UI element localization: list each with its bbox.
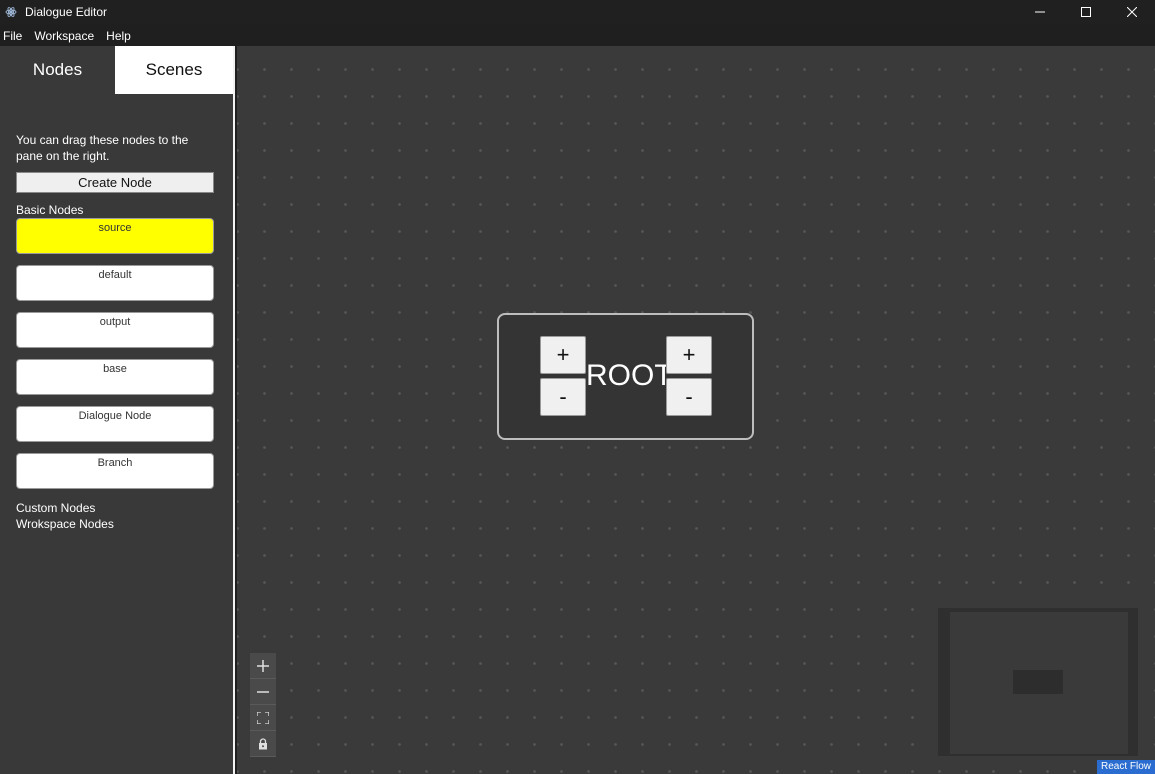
tab-scenes[interactable]: Scenes <box>115 46 233 94</box>
minimap-node <box>1013 670 1063 694</box>
create-node-button[interactable]: Create Node <box>16 172 214 193</box>
workspace-nodes-heading: Wrokspace Nodes <box>16 517 114 531</box>
node-card-base[interactable]: base <box>16 359 214 395</box>
root-left-add-button[interactable]: + <box>540 336 586 374</box>
node-card-dialogue[interactable]: Dialogue Node <box>16 406 214 442</box>
close-button[interactable] <box>1109 0 1155 24</box>
zoom-in-icon[interactable] <box>250 653 276 679</box>
flow-controls <box>250 653 276 757</box>
window-controls <box>1017 0 1155 24</box>
node-card-source[interactable]: source <box>16 218 214 254</box>
root-node-label: ROOT <box>586 359 673 392</box>
zoom-out-icon[interactable] <box>250 679 276 705</box>
root-right-remove-button[interactable]: - <box>666 378 712 416</box>
node-card-default[interactable]: default <box>16 265 214 301</box>
basic-nodes-heading: Basic Nodes <box>16 203 84 217</box>
node-card-branch[interactable]: Branch <box>16 453 214 489</box>
tab-nodes[interactable]: Nodes <box>0 46 115 94</box>
window-title: Dialogue Editor <box>25 5 108 19</box>
custom-nodes-heading: Custom Nodes <box>16 501 96 515</box>
minimize-button[interactable] <box>1017 0 1063 24</box>
react-flow-attribution[interactable]: React Flow <box>1096 760 1155 774</box>
help-text: You can drag these nodes to the pane on … <box>16 133 189 163</box>
minimap[interactable] <box>938 608 1138 756</box>
flow-canvas[interactable]: + - ROOT + - React Flow <box>237 46 1155 774</box>
electron-icon <box>5 6 17 18</box>
menu-help[interactable]: Help <box>106 29 131 43</box>
menu-workspace[interactable]: Workspace <box>34 29 94 43</box>
sidebar: Nodes Scenes You can drag these nodes to… <box>0 46 235 774</box>
menu-bar: File Workspace Help <box>0 25 1155 46</box>
minimap-viewport <box>950 612 1128 754</box>
sidebar-tabs: Nodes Scenes <box>0 46 233 94</box>
maximize-button[interactable] <box>1063 0 1109 24</box>
root-left-remove-button[interactable]: - <box>540 378 586 416</box>
root-node[interactable]: + - ROOT + - <box>497 313 754 440</box>
title-bar: Dialogue Editor <box>0 0 1155 24</box>
fit-view-icon[interactable] <box>250 705 276 731</box>
root-right-add-button[interactable]: + <box>666 336 712 374</box>
lock-icon[interactable] <box>250 731 276 757</box>
menu-file[interactable]: File <box>3 29 22 43</box>
node-card-output[interactable]: output <box>16 312 214 348</box>
